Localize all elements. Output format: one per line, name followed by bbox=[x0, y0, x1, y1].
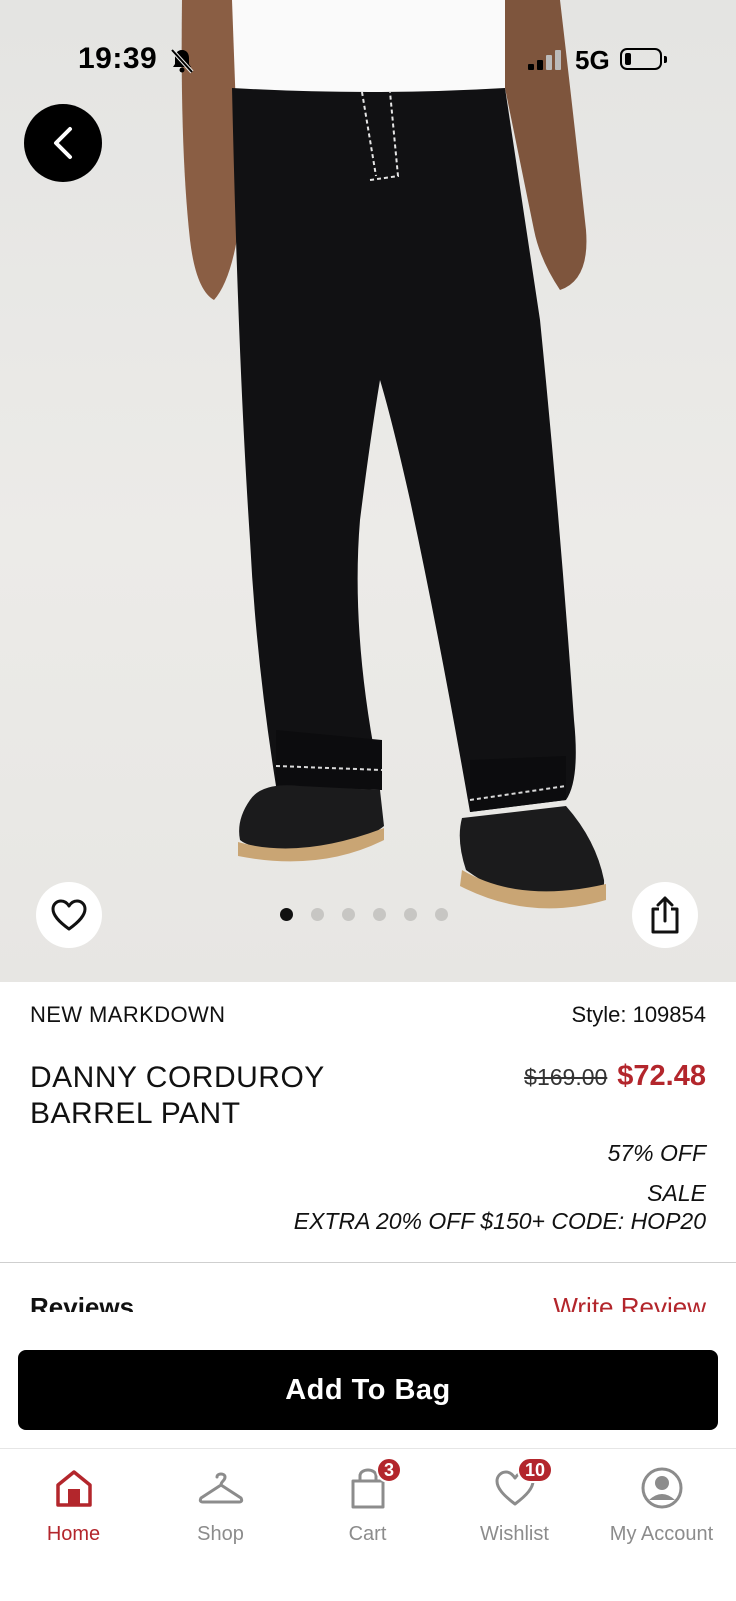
tab-shop[interactable]: Shop bbox=[147, 1463, 294, 1546]
add-to-wishlist-button[interactable] bbox=[36, 882, 102, 948]
tab-home[interactable]: Home bbox=[0, 1463, 147, 1546]
product-name: DANNY CORDUROY BARREL PANT bbox=[30, 1060, 370, 1132]
sale-price: $72.48 bbox=[617, 1060, 706, 1092]
product-photo bbox=[181, 0, 606, 909]
carousel-dot[interactable] bbox=[373, 908, 386, 921]
hanger-icon bbox=[147, 1463, 294, 1513]
carousel-dot[interactable] bbox=[404, 908, 417, 921]
divider bbox=[0, 1262, 736, 1263]
price-block: $169.00 $72.48 bbox=[524, 1060, 706, 1093]
tab-label: My Account bbox=[609, 1523, 714, 1545]
tab-cart[interactable]: 3 Cart bbox=[294, 1457, 441, 1546]
discount-label: 57% OFF bbox=[607, 1140, 706, 1166]
product-image-carousel[interactable]: 19:39 5G bbox=[0, 0, 736, 982]
sale-label: SALE bbox=[647, 1180, 706, 1206]
carousel-dot[interactable] bbox=[342, 908, 355, 921]
account-icon bbox=[588, 1463, 735, 1513]
chevron-left-icon bbox=[54, 127, 72, 159]
tab-my-account[interactable]: My Account bbox=[588, 1463, 735, 1546]
tab-label: Wishlist bbox=[480, 1523, 549, 1545]
cellular-signal-icon bbox=[528, 50, 564, 75]
add-to-bag-button[interactable]: Add To Bag bbox=[18, 1350, 718, 1430]
product-name-line: DANNY CORDUROY bbox=[30, 1061, 325, 1094]
tab-wishlist[interactable]: 10 Wishlist bbox=[441, 1457, 588, 1546]
network-type: 5G bbox=[575, 45, 610, 75]
tab-label: Cart bbox=[348, 1523, 387, 1545]
promo-code-text: EXTRA 20% OFF $150+ CODE: HOP20 bbox=[293, 1208, 706, 1234]
battery-icon bbox=[620, 48, 667, 70]
heart-icon: 10 bbox=[441, 1457, 588, 1513]
write-review-link[interactable]: Write Review bbox=[553, 1292, 706, 1312]
add-to-bag-bar: Add To Bag bbox=[0, 1330, 736, 1440]
carousel-dot[interactable] bbox=[311, 908, 324, 921]
home-icon bbox=[0, 1463, 147, 1513]
reviews-heading: Reviews bbox=[30, 1292, 135, 1312]
cart-count-badge: 3 bbox=[376, 1457, 403, 1483]
tab-label: Home bbox=[46, 1523, 101, 1545]
share-button[interactable] bbox=[632, 882, 698, 948]
back-button[interactable] bbox=[24, 104, 102, 182]
markdown-tag: NEW MARKDOWN bbox=[30, 1002, 226, 1027]
bag-icon: 3 bbox=[294, 1457, 441, 1513]
carousel-indicator bbox=[280, 908, 448, 921]
tab-label: Shop bbox=[197, 1523, 244, 1545]
carousel-dot[interactable] bbox=[280, 908, 293, 921]
share-icon bbox=[651, 896, 679, 934]
wishlist-count-badge: 10 bbox=[517, 1457, 554, 1483]
bottom-tab-bar: Home Shop 3 Cart 10 Wishlist My Account bbox=[0, 1448, 736, 1601]
product-name-line: BARREL PANT bbox=[30, 1097, 241, 1130]
clock: 19:39 bbox=[78, 42, 158, 75]
silent-bell-icon bbox=[170, 48, 194, 79]
original-price: $169.00 bbox=[524, 1064, 608, 1090]
heart-icon bbox=[51, 899, 87, 931]
status-bar: 19:39 5G bbox=[0, 0, 736, 120]
carousel-dot[interactable] bbox=[435, 908, 448, 921]
style-number: Style: 109854 bbox=[571, 1002, 706, 1027]
